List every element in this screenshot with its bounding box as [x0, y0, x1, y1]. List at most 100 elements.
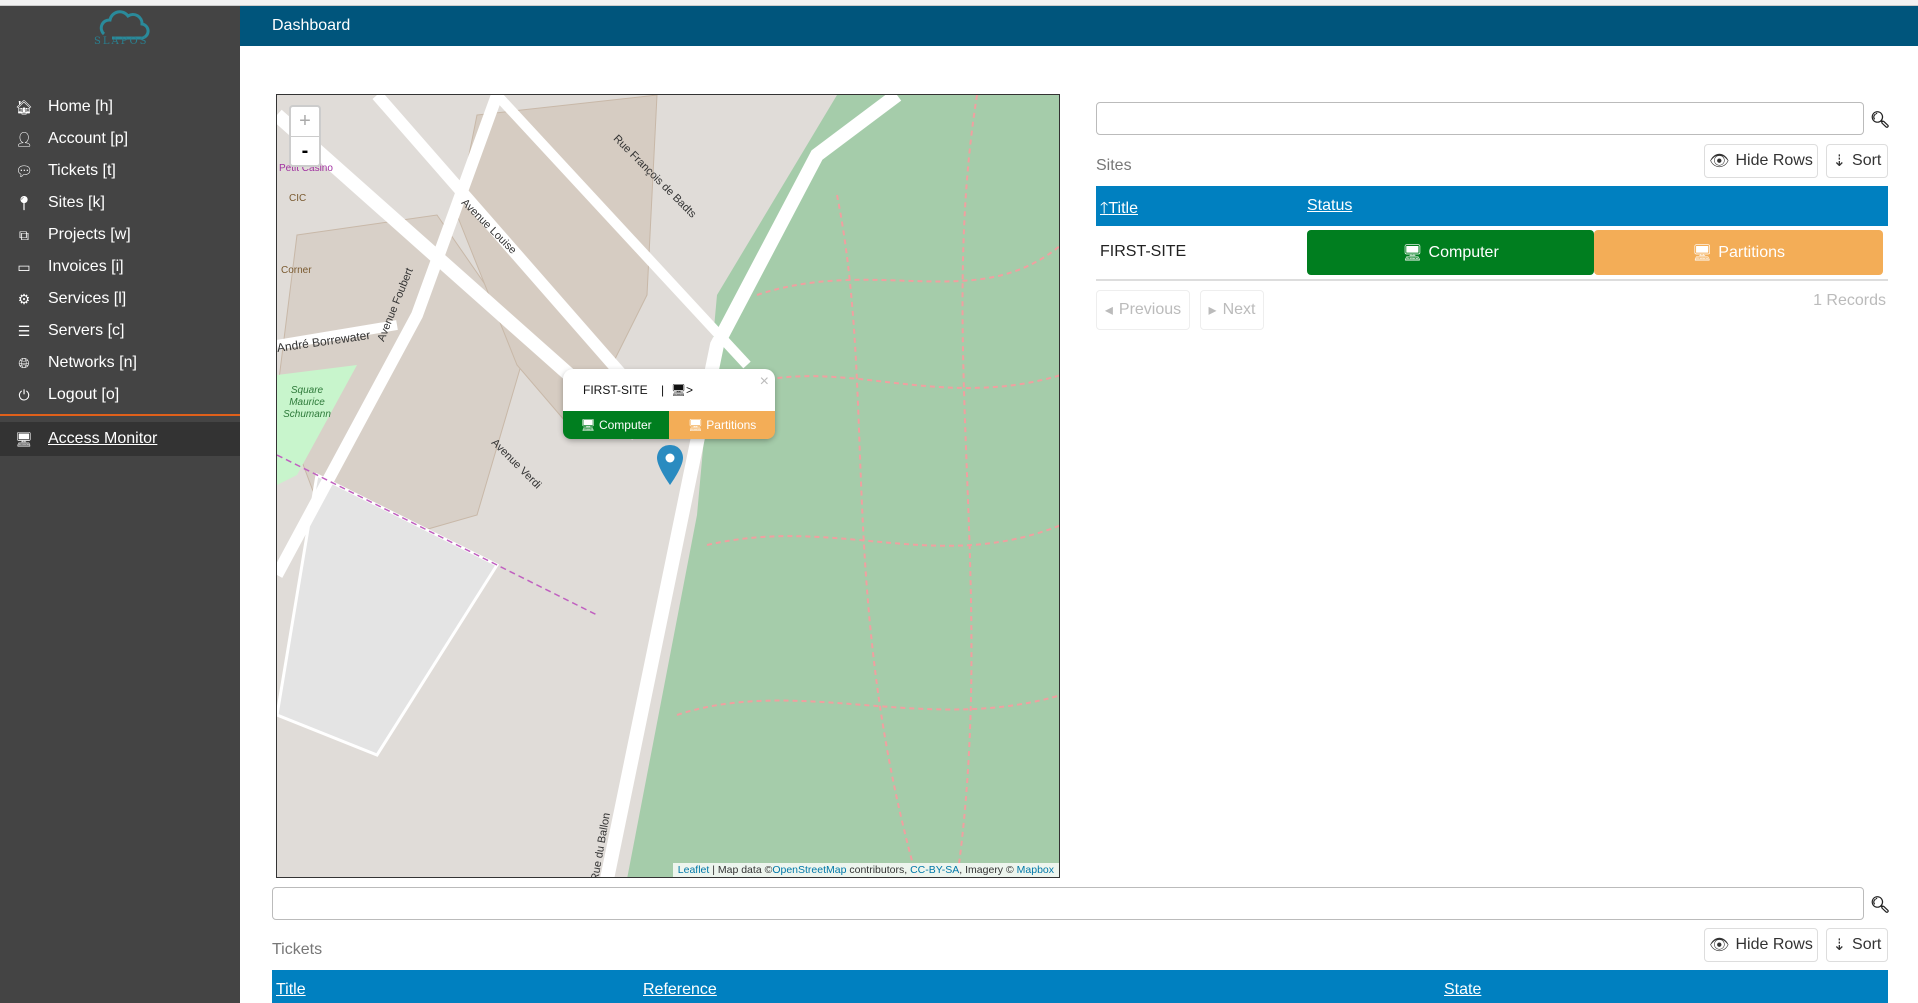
- sidebar-item-logout[interactable]: ⏻ Logout [o]: [0, 380, 240, 410]
- cubes-icon: ⧉: [19, 226, 29, 243]
- site-partitions-button[interactable]: 🖥 Partitions: [1594, 230, 1883, 275]
- sort-label: Sort: [1852, 936, 1882, 953]
- previous-button[interactable]: ◂ Previous: [1096, 290, 1190, 330]
- mapbox-link[interactable]: Mapbox: [1017, 864, 1054, 876]
- zoom-in-button[interactable]: +: [291, 107, 319, 136]
- sidebar-divider: [0, 414, 240, 416]
- caret-right-icon: ▸: [1208, 302, 1217, 319]
- sidebar-item-label: Logout [o]: [48, 386, 120, 403]
- table-divider: [1096, 279, 1888, 281]
- eye-icon: 👁: [1709, 937, 1730, 954]
- column-state[interactable]: State: [1444, 981, 1481, 999]
- sidebar-item-label: Invoices [i]: [48, 258, 124, 275]
- sites-table-header: 🡑Title Status: [1096, 186, 1888, 226]
- sidebar: SLAPOS 🏠︎ Home [h] 👤︎ Account [p] 💬︎ Tickets …: [0, 6, 240, 1003]
- sort-icon: ⇣: [1832, 153, 1847, 170]
- popup-site-title: FIRST-SITE: [583, 383, 648, 397]
- sidebar-item-label: Home [h]: [48, 98, 113, 115]
- site-title-cell[interactable]: FIRST-SITE: [1100, 243, 1186, 261]
- credit-card-icon: ▭: [17, 258, 31, 275]
- sidebar-item-label: Servers [c]: [48, 322, 125, 339]
- popup-close-button[interactable]: ×: [760, 373, 769, 391]
- sidebar-item-servers[interactable]: ☰ Servers [c]: [0, 316, 240, 346]
- zoom-control: + -: [289, 105, 321, 167]
- sidebar-item-label: Projects [w]: [48, 226, 131, 243]
- sidebar-item-label: Sites [k]: [48, 194, 105, 211]
- tickets-table-header: Title Reference State: [272, 970, 1888, 1003]
- sidebar-item-services[interactable]: ⚙ Services [l]: [0, 284, 240, 314]
- column-title-label: Title: [1108, 200, 1138, 217]
- tickets-hide-rows-button[interactable]: 👁 Hide Rows: [1704, 928, 1818, 962]
- next-button[interactable]: ▸ Next: [1200, 290, 1264, 330]
- cogs-icon: ⚙: [17, 290, 31, 307]
- map-marker-icon[interactable]: [657, 445, 683, 485]
- column-title[interactable]: Title: [276, 981, 306, 999]
- sidebar-item-sites[interactable]: 📍︎ Sites [k]: [0, 188, 240, 218]
- computer-label: Computer: [1428, 243, 1499, 261]
- sidebar-item-access-monitor[interactable]: 🖥 Access Monitor: [0, 422, 240, 456]
- comments-icon: 💬︎: [15, 162, 33, 179]
- popup-separator: |: [661, 383, 665, 397]
- search-icon[interactable]: 🔍︎: [1870, 110, 1890, 130]
- zoom-out-button[interactable]: -: [291, 136, 319, 165]
- sidebar-item-invoices[interactable]: ▭ Invoices [i]: [0, 252, 240, 282]
- home-icon: 🏠︎: [15, 98, 33, 115]
- desktop-icon: 🖥: [580, 418, 599, 432]
- column-status[interactable]: Status: [1307, 197, 1352, 215]
- hide-rows-label: Hide Rows: [1735, 152, 1813, 169]
- column-title[interactable]: 🡑Title: [1100, 197, 1138, 224]
- attrib-text: | Map data ©: [709, 864, 773, 876]
- sidebar-item-tickets[interactable]: 💬︎ Tickets [t]: [0, 156, 240, 186]
- previous-label: Previous: [1118, 301, 1182, 318]
- desktop-icon: 🖥: [670, 383, 687, 397]
- map[interactable]: Avenue Louise Avenue Foubert Avenue Verd…: [276, 94, 1060, 878]
- license-link[interactable]: CC-BY-SA: [910, 864, 959, 876]
- osm-link[interactable]: OpenStreetMap: [772, 864, 846, 876]
- tickets-label: Tickets: [272, 941, 323, 958]
- desktop-icon: 🖥: [1691, 244, 1713, 262]
- globe-icon: 🌐︎: [18, 354, 30, 371]
- logo-text: SLAPOS: [94, 36, 149, 47]
- tickets-search-input[interactable]: [272, 887, 1864, 920]
- sidebar-item-label: Services [l]: [48, 290, 127, 307]
- map-label-cic: CIC: [289, 193, 307, 204]
- popup-computer-button[interactable]: 🖥 Computer: [563, 411, 669, 439]
- hide-rows-label: Hide Rows: [1735, 936, 1813, 953]
- sidebar-item-label: Account [p]: [48, 130, 129, 147]
- leaflet-link[interactable]: Leaflet: [678, 864, 710, 876]
- map-marker-icon: 📍︎: [15, 194, 33, 211]
- partitions-label: Partitions: [1718, 243, 1785, 261]
- next-label: Next: [1222, 301, 1256, 318]
- attrib-text: , Imagery ©: [959, 864, 1017, 876]
- popup-link-text: >: [686, 383, 694, 397]
- desktop-icon: 🖥: [1402, 244, 1423, 262]
- site-computer-button[interactable]: 🖥 Computer: [1307, 230, 1594, 275]
- sidebar-item-projects[interactable]: ⧉ Projects [w]: [0, 220, 240, 250]
- desktop-icon: 🖥: [15, 430, 33, 447]
- map-tiles[interactable]: [277, 95, 1060, 878]
- search-icon[interactable]: 🔍︎: [1870, 895, 1890, 915]
- power-icon: ⏻: [18, 386, 30, 403]
- popup-computer-label: Computer: [598, 418, 652, 432]
- user-icon: 👤︎: [15, 130, 33, 147]
- sidebar-item-label: Networks [n]: [48, 354, 137, 371]
- popup-site-link[interactable]: 🖥>: [671, 383, 693, 397]
- sidebar-item-label: Tickets [t]: [48, 162, 116, 179]
- sites-label: Sites: [1096, 157, 1132, 174]
- column-reference[interactable]: Reference: [643, 981, 717, 999]
- map-attribution: Leaflet | Map data ©OpenStreetMap contri…: [672, 863, 1059, 877]
- sort-label: Sort: [1852, 152, 1882, 169]
- sidebar-item-home[interactable]: 🏠︎ Home [h]: [0, 92, 240, 122]
- popup-partitions-button[interactable]: 🖥 Partitions: [669, 411, 775, 439]
- sites-sort-button[interactable]: ⇣ Sort: [1826, 144, 1888, 178]
- eye-icon: 👁: [1709, 153, 1730, 170]
- sidebar-item-networks[interactable]: 🌐︎ Networks [n]: [0, 348, 240, 378]
- sort-icon: ⇣: [1832, 937, 1847, 954]
- sites-search-input[interactable]: [1096, 102, 1864, 135]
- sidebar-item-account[interactable]: 👤︎ Account [p]: [0, 124, 240, 154]
- attrib-text: contributors,: [846, 864, 911, 876]
- sites-hide-rows-button[interactable]: 👁 Hide Rows: [1704, 144, 1818, 178]
- sidebar-item-label: Access Monitor: [48, 430, 158, 447]
- tickets-sort-button[interactable]: ⇣ Sort: [1826, 928, 1888, 962]
- map-label-square-maurice-schumann: Square Maurice Schumann: [283, 385, 331, 420]
